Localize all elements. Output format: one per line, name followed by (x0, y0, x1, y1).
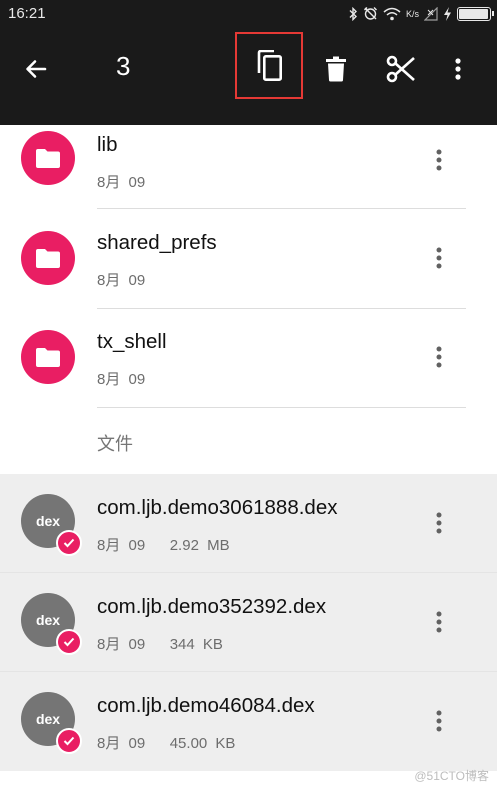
more-vert-icon (436, 247, 442, 269)
list-item-file[interactable]: dex com.ljb.demo3061888.dex 8月 09 2.92 M… (0, 474, 497, 573)
item-date: 8月 09 (97, 636, 146, 653)
item-date: 8月 09 (97, 272, 146, 289)
status-bar: 16:21 K/s (0, 0, 497, 27)
selected-check-badge (56, 530, 82, 556)
network-speed: K/s (405, 8, 419, 19)
list-item-file[interactable]: dex com.ljb.demo352392.dex 8月 09 344 KB (0, 573, 497, 672)
item-date: 8月 09 (97, 174, 146, 191)
item-date: 8月 09 (97, 537, 146, 554)
more-vert-icon (436, 710, 442, 732)
bluetooth-icon (349, 6, 357, 21)
dex-icon-label: dex (35, 513, 61, 529)
folder-icon (36, 148, 60, 168)
item-menu-button[interactable] (427, 706, 451, 736)
list-item-file[interactable]: dex com.ljb.demo46084.dex 8月 09 45.00 KB (0, 672, 497, 771)
divider (97, 407, 466, 408)
dex-icon-label: dex (35, 711, 61, 727)
more-options-button[interactable] (436, 47, 480, 91)
selected-check-badge (56, 728, 82, 754)
check-icon (63, 637, 75, 647)
item-name: lib (97, 133, 118, 156)
item-name: tx_shell (97, 330, 167, 353)
dex-icon-label: dex (35, 612, 61, 628)
folder-avatar (21, 330, 75, 384)
item-date: 8月 09 (97, 735, 146, 752)
more-vert-icon (436, 346, 442, 368)
item-menu-button[interactable] (427, 508, 451, 538)
delete-button[interactable] (314, 47, 358, 91)
more-vert-icon (436, 611, 442, 633)
folder-icon (36, 248, 60, 268)
selected-check-badge (56, 629, 82, 655)
cut-button[interactable] (378, 47, 424, 91)
copy-icon (257, 49, 282, 81)
selected-count: 3 (116, 51, 131, 81)
more-vert-icon (436, 149, 442, 171)
battery-level (459, 8, 488, 19)
item-size: 2.92 MB (169, 537, 230, 554)
back-arrow-icon (26, 60, 47, 78)
item-name: com.ljb.demo3061888.dex (97, 496, 338, 519)
alarm-off-icon (363, 7, 377, 20)
item-size: 45.00 KB (169, 735, 236, 752)
cut-icon (386, 55, 415, 83)
folder-icon (36, 347, 60, 367)
item-menu-button[interactable] (427, 607, 451, 637)
back-button[interactable] (14, 47, 58, 91)
item-name: com.ljb.demo352392.dex (97, 595, 327, 618)
delete-icon (326, 56, 346, 82)
item-name: shared_prefs (97, 231, 217, 254)
signal-icon (424, 6, 438, 21)
item-name: com.ljb.demo46084.dex (97, 694, 315, 717)
charging-icon (444, 6, 451, 21)
folder-avatar (21, 231, 75, 285)
item-menu-button[interactable] (427, 145, 451, 175)
battery-icon (457, 6, 494, 21)
check-icon (63, 736, 75, 746)
item-size: 344 KB (169, 636, 223, 653)
list-item-folder[interactable]: tx_shell 8月 09 (0, 309, 497, 408)
item-meta: 8月 09 45.00 KB (97, 732, 235, 753)
list-item-folder[interactable]: shared_prefs 8月 09 (0, 209, 497, 308)
watermark: @51CTO博客 (414, 769, 489, 783)
folder-avatar (21, 131, 75, 185)
status-time: 16:21 (8, 5, 46, 22)
copy-button[interactable] (235, 32, 303, 99)
check-icon (63, 538, 75, 548)
section-header-files: 文件 (97, 434, 133, 454)
status-icons: K/s (348, 4, 494, 23)
more-vert-icon (455, 58, 461, 80)
more-vert-icon (436, 512, 442, 534)
wifi-icon (383, 7, 401, 20)
item-date: 8月 09 (97, 371, 146, 388)
item-menu-button[interactable] (427, 243, 451, 273)
item-meta: 8月 09 2.92 MB (97, 534, 230, 555)
item-menu-button[interactable] (427, 342, 451, 372)
list-item-folder[interactable]: lib 8月 09 (0, 108, 497, 207)
item-meta: 8月 09 344 KB (97, 633, 223, 654)
